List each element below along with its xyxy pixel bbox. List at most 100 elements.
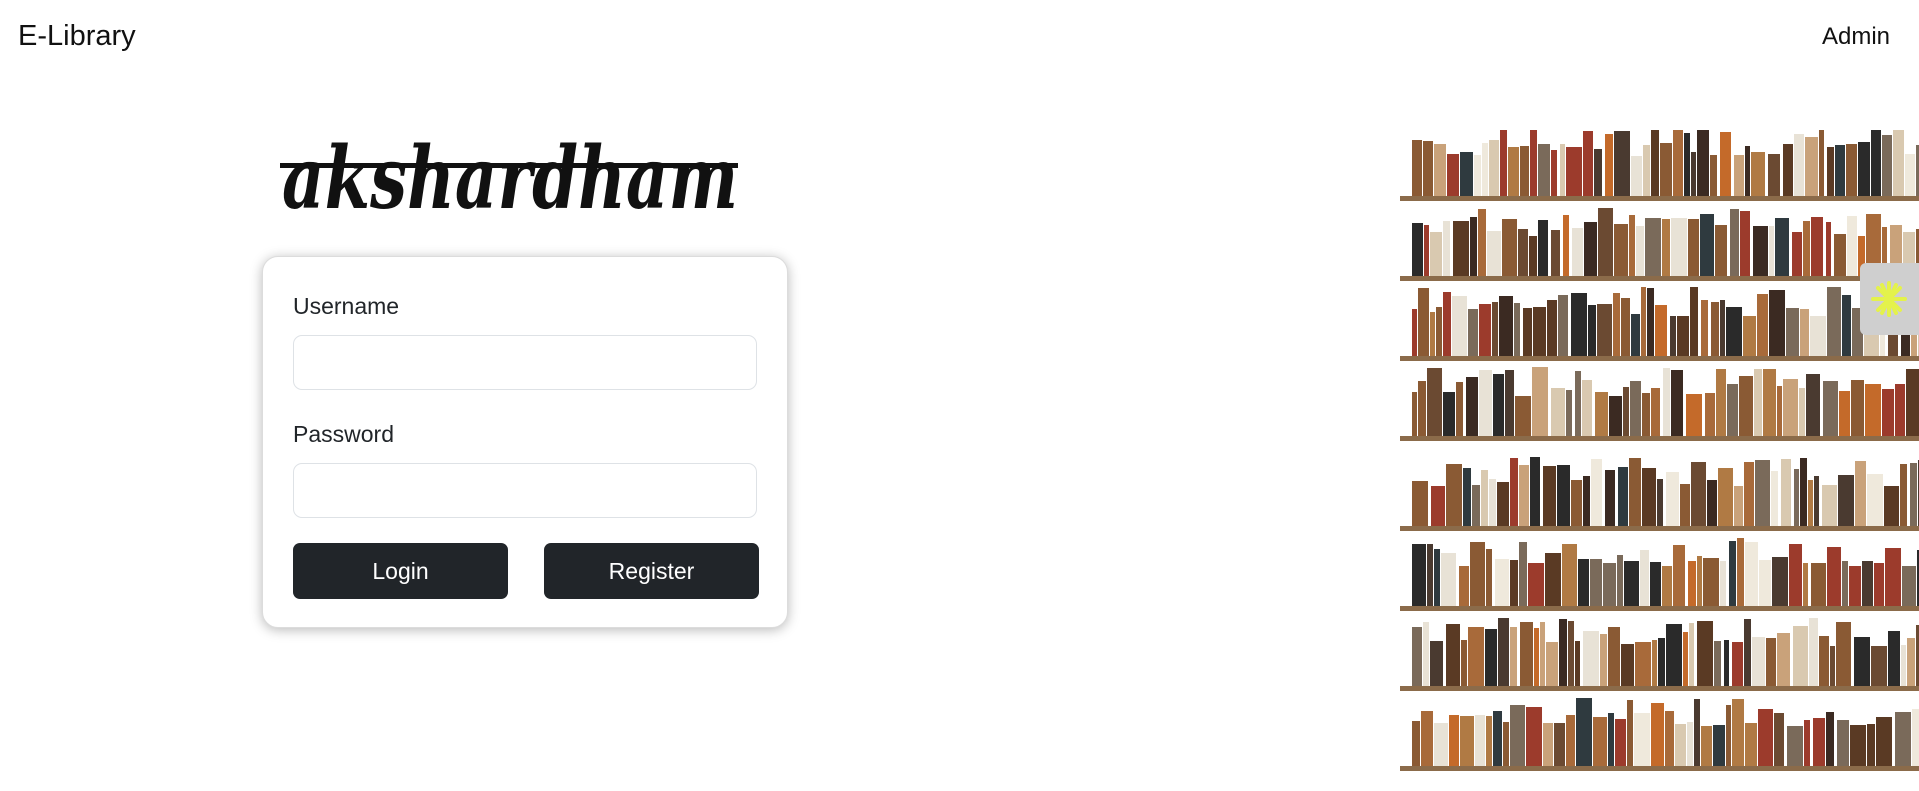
book-spine [1647,288,1654,356]
book-spine [1687,722,1693,766]
login-button[interactable]: Login [293,543,508,599]
book-spine [1446,464,1462,526]
book-spine [1662,566,1672,606]
book-spine [1621,298,1630,356]
book-spine [1421,711,1433,766]
book-spine [1783,379,1798,436]
book-spine [1754,369,1762,436]
book-spine [1805,137,1818,196]
book-spine [1436,307,1442,356]
book-spine [1423,141,1433,196]
book-spine [1452,296,1467,356]
book-spine [1830,646,1835,686]
book-spine [1621,644,1634,686]
book-spine [1827,547,1841,606]
book-spine [1651,130,1659,196]
book-spine [1675,724,1686,766]
shelf-plank [1400,436,1919,441]
book-spine [1543,466,1556,526]
book-spine [1732,699,1744,766]
book-spine [1811,563,1826,606]
book-spine [1510,627,1517,686]
book-spine [1715,225,1727,276]
shelf-plank [1400,356,1919,361]
book-spine [1766,638,1776,686]
book-spine [1460,716,1474,766]
book-spine [1666,472,1679,526]
book-spine [1478,209,1486,276]
book-spine [1449,715,1459,766]
book-spine [1430,641,1443,686]
book-spine [1651,388,1660,436]
book-spine [1519,542,1527,606]
book-spine [1768,154,1780,196]
book-spine [1871,646,1887,686]
register-button[interactable]: Register [544,543,759,599]
book-spine [1520,622,1533,686]
book-spine [1745,146,1750,196]
book-spine [1711,302,1719,356]
book-spine [1630,381,1641,436]
admin-link[interactable]: Admin [1822,23,1890,51]
book-spine [1518,229,1528,276]
side-widget-button[interactable] [1860,263,1919,335]
book-spine [1427,544,1433,606]
book-spine [1431,486,1445,526]
book-spine [1492,302,1498,356]
book-spine [1690,287,1698,356]
book-spine [1598,208,1613,276]
book-spine [1486,716,1492,766]
bookshelf-image [1400,130,1919,791]
book-spine [1498,618,1509,686]
book-spine [1519,465,1529,526]
brand-link[interactable]: E-Library [18,20,136,53]
book-spine [1769,226,1774,276]
book-spine [1758,709,1773,766]
book-spine [1803,221,1810,276]
book-spine [1718,468,1733,526]
book-spine [1838,475,1854,526]
book-spine [1526,707,1542,766]
username-input[interactable] [293,335,757,390]
logo-headline-bar [280,163,738,168]
book-spine [1839,391,1850,436]
password-input[interactable] [293,463,757,518]
shelf-plank [1400,276,1919,281]
book-spine [1566,390,1572,436]
book-spine [1740,211,1750,276]
book-spine [1508,147,1519,196]
book-spine [1835,145,1845,196]
book-spine [1652,640,1657,686]
book-spine [1418,381,1426,436]
book-spine [1730,209,1739,276]
book-spine [1858,142,1870,196]
book-spine [1629,458,1641,526]
book-spine [1781,459,1791,526]
book-spine [1505,370,1514,436]
book-spine [1827,147,1834,196]
book-spine [1732,642,1743,686]
book-spine [1895,712,1911,766]
book-spine [1600,634,1607,686]
book-spine [1819,636,1829,686]
book-spine [1453,221,1469,276]
book-spine [1737,538,1744,606]
book-spine [1842,561,1848,606]
book-spine [1554,723,1565,766]
book-spine [1575,641,1580,686]
book-spine [1608,713,1614,766]
book-spine [1636,226,1644,276]
book-spine [1912,709,1919,766]
book-spine [1684,133,1690,196]
book-spine [1786,308,1799,356]
book-spine [1794,134,1804,196]
book-spine [1842,295,1851,356]
book-spine [1481,470,1488,526]
book-spine [1430,312,1435,356]
book-spine [1434,549,1440,606]
book-spine [1572,228,1583,276]
book-spine [1855,461,1866,526]
book-spine [1460,152,1473,196]
book-spine [1701,300,1708,356]
book-spine [1412,309,1417,356]
